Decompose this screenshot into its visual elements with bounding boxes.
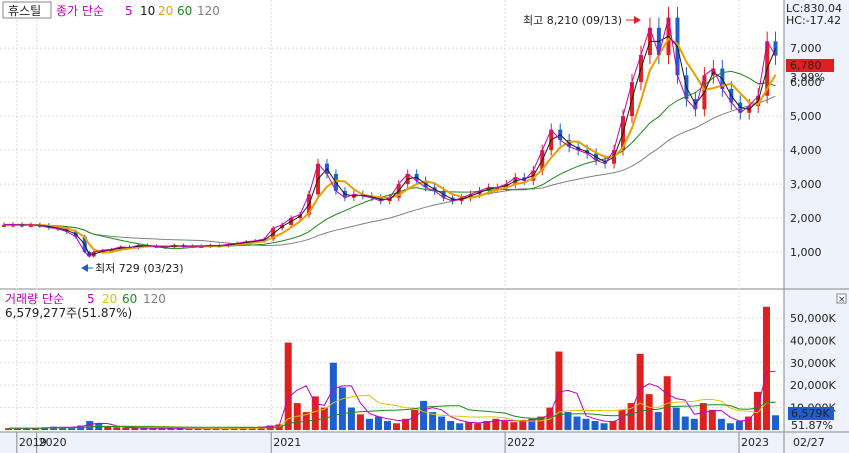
date-tick-label: 2021 xyxy=(273,436,301,449)
volume-series xyxy=(5,306,779,430)
volume-bar xyxy=(555,351,563,430)
price-ma-legend-10: 10 xyxy=(140,4,155,18)
volume-ma-legend-20: 20 xyxy=(102,292,117,306)
volume-bar xyxy=(609,421,617,430)
price-tick-label: 3,000 xyxy=(790,178,822,191)
price-tick-label: 5,000 xyxy=(790,110,822,123)
volume-ma-legend-60: 60 xyxy=(122,292,137,306)
volume-bar xyxy=(762,306,770,430)
volume-ma-legend-5: 5 xyxy=(87,292,95,306)
volume-bar xyxy=(411,409,419,430)
volume-bar xyxy=(104,426,112,430)
volume-bar xyxy=(699,403,707,430)
volume-tick-label: 30,000K xyxy=(790,357,836,370)
volume-bar xyxy=(356,414,364,430)
volume-bar xyxy=(501,421,509,430)
ma10-line xyxy=(3,35,776,255)
volume-ma-legend-label: 거래량 단순 xyxy=(5,292,64,306)
volume-bar xyxy=(113,427,121,430)
volume-bar xyxy=(131,427,139,430)
volume-bar xyxy=(365,418,373,430)
volume-bar xyxy=(456,423,464,430)
ma120-line xyxy=(3,95,776,247)
volume-bar xyxy=(681,416,689,430)
date-tick-label: 2023 xyxy=(741,436,769,449)
volume-bar xyxy=(564,412,572,430)
volume-bar xyxy=(690,418,698,430)
volume-bar xyxy=(708,409,716,430)
volume-bar xyxy=(474,423,482,430)
volume-bar xyxy=(573,416,581,430)
price-tick-label: 1,000 xyxy=(790,246,822,259)
volume-ma-legend-120: 120 xyxy=(143,292,166,306)
chart-canvas: 1,0002,0003,0004,0005,0006,0007,000 10,0… xyxy=(0,0,849,453)
date-tick-label: 2022 xyxy=(507,436,535,449)
volume-bar xyxy=(311,396,319,430)
volume-bar xyxy=(374,416,382,430)
volume-bar xyxy=(636,353,644,430)
volume-bar xyxy=(600,423,608,430)
volume-bar xyxy=(284,342,292,430)
current-change-label: 3.99% xyxy=(790,71,825,84)
ma20-line xyxy=(3,37,777,254)
price-grid xyxy=(0,47,784,253)
date-axis-panel xyxy=(0,432,849,453)
volume-bar xyxy=(510,422,518,430)
volume-bar xyxy=(420,400,428,430)
volume-bar xyxy=(393,423,401,430)
volume-tick-label: 50,000K xyxy=(790,312,836,325)
price-ma-legend-20: 20 xyxy=(158,4,173,18)
volume-bar xyxy=(329,362,337,430)
high-annotation: 최고 8,210 (09/13) xyxy=(523,14,622,27)
volume-bar xyxy=(465,422,473,430)
volume-bar xyxy=(447,421,455,430)
price-ma-legend-5: 5 xyxy=(125,4,133,18)
volume-bar xyxy=(654,412,662,430)
date-tick-label: 2020 xyxy=(39,436,67,449)
volume-tick-label: 40,000K xyxy=(790,334,836,347)
ma5-line xyxy=(3,17,776,258)
volume-bar xyxy=(672,407,680,430)
price-tick-label: 7,000 xyxy=(790,42,822,55)
volume-bar xyxy=(645,394,653,430)
volume-bar xyxy=(582,418,590,430)
volume-bar xyxy=(383,421,391,430)
price-ma-legend-60: 60 xyxy=(177,4,192,18)
price-ma-legend-120: 120 xyxy=(197,4,220,18)
volume-bar xyxy=(726,423,734,430)
volume-bar xyxy=(591,421,599,430)
close-icon: × xyxy=(838,295,846,305)
ma60-line xyxy=(3,70,776,250)
volume-bar xyxy=(438,416,446,430)
stock-chart: 1,0002,0003,0004,0005,0006,0007,000 10,0… xyxy=(0,0,849,453)
current-volume-ratio: 51.87% xyxy=(791,419,833,432)
price-tick-label: 4,000 xyxy=(790,144,822,157)
volume-bar xyxy=(338,387,346,430)
volume-bar xyxy=(618,409,626,430)
volume-bar xyxy=(347,407,355,430)
volume-bar xyxy=(744,416,752,430)
volume-bar xyxy=(122,427,130,430)
low-annotation: 최저 729 (03/23) xyxy=(95,262,184,275)
volume-summary: 6,579,277주(51.87%) xyxy=(5,306,132,320)
volume-bar xyxy=(717,418,725,430)
volume-tick-label: 20,000K xyxy=(790,379,836,392)
symbol-name: 휴스틸 xyxy=(8,4,41,18)
hc-indicator: HC:-17.42 xyxy=(786,14,841,27)
volume-bar xyxy=(771,415,779,430)
volume-bar xyxy=(735,421,743,430)
price-tick-label: 2,000 xyxy=(790,212,822,225)
high-arrow-head xyxy=(634,16,641,24)
date-label: 02/27 xyxy=(793,436,825,449)
price-ma-legend-label: 종가 단순 xyxy=(56,4,104,18)
